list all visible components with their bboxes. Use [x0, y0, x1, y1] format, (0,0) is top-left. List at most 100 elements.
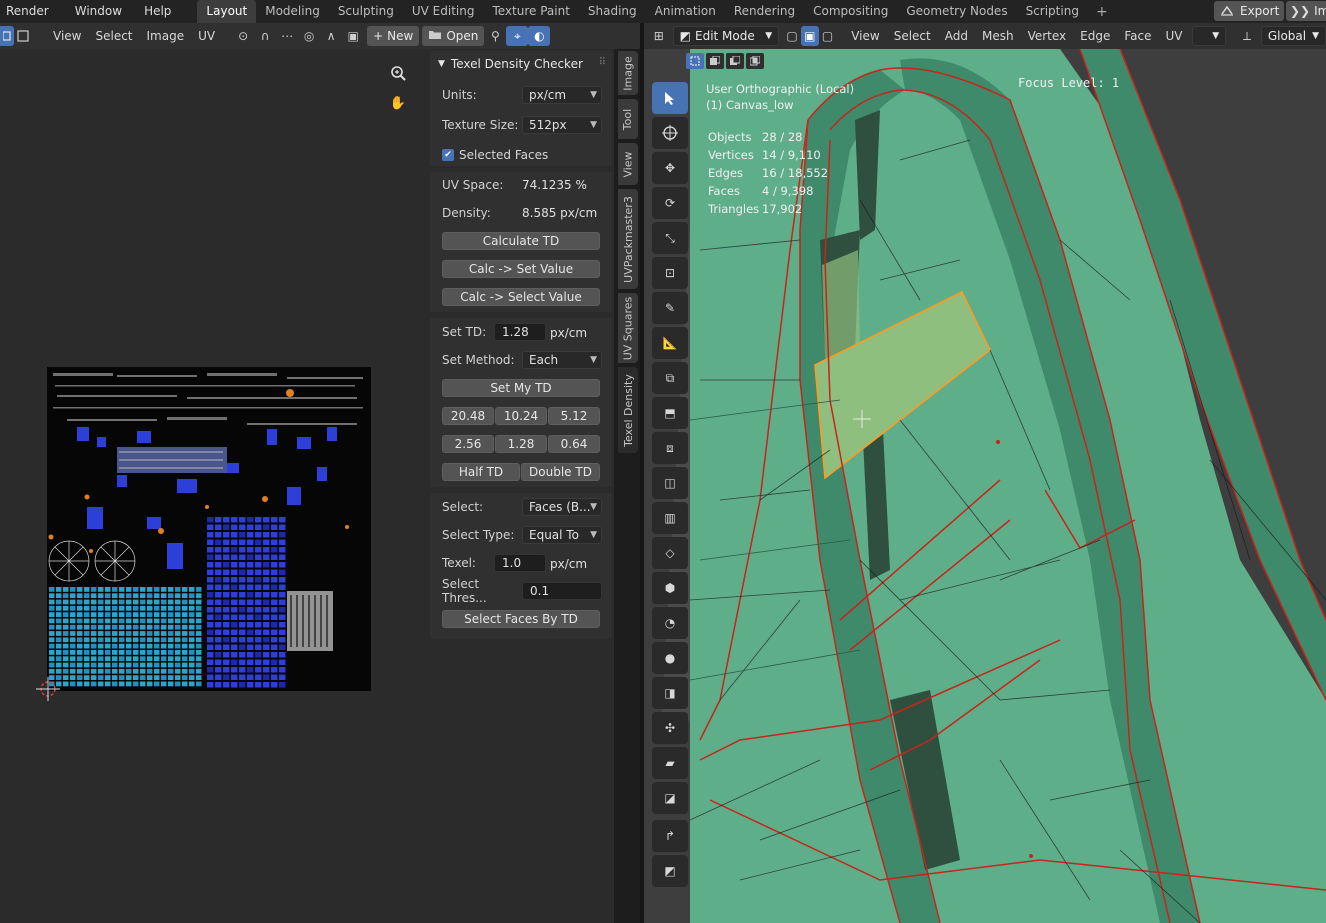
pin-icon[interactable]: ⚲	[484, 26, 506, 46]
tab-texel-density[interactable]: Texel Density	[618, 367, 638, 453]
select-box-tool-icon[interactable]	[652, 82, 688, 114]
select-faces-by-td-button[interactable]: Select Faces By TD	[442, 610, 600, 628]
transform-orientation-icon[interactable]: ⟂	[1236, 26, 1258, 46]
editor-type-icon[interactable]	[0, 26, 14, 46]
preset-0-64-button[interactable]: 0.64	[548, 435, 600, 453]
overlay-icon[interactable]: ◐	[528, 26, 551, 46]
tab-uvpackmaster3[interactable]: UVPackmaster3	[618, 189, 638, 289]
menu-window[interactable]: Window	[69, 0, 128, 23]
transform-tool-icon[interactable]: ⊡	[652, 257, 688, 289]
knife-tool-icon[interactable]: ◇	[652, 537, 688, 569]
calculate-td-button[interactable]: Calculate TD	[442, 232, 600, 250]
measure-tool-icon[interactable]: 📐	[652, 327, 688, 359]
image-tool-icon[interactable]: ◩	[652, 855, 688, 887]
shrink-fatten-tool-icon[interactable]: ✣	[652, 712, 688, 744]
tab-scripting[interactable]: Scripting	[1017, 0, 1088, 23]
half-td-button[interactable]: Half TD	[442, 463, 520, 481]
preset-5-12-button[interactable]: 5.12	[548, 407, 600, 425]
snap-magnet-icon[interactable]: ∩	[254, 26, 276, 46]
edge-slide-tool-icon[interactable]: ◨	[652, 677, 688, 709]
preset-1-28-button[interactable]: 1.28	[495, 435, 547, 453]
uv-menu-view[interactable]: View	[46, 23, 88, 49]
vp-menu-vertex[interactable]: Vertex	[1021, 23, 1074, 49]
snap-target-icon[interactable]: ⋯	[276, 26, 298, 46]
preset-20-48-button[interactable]: 20.48	[442, 407, 494, 425]
texture-size-dropdown[interactable]: 512px ▼	[522, 116, 602, 134]
annotate-tool-icon[interactable]: ✎	[652, 292, 688, 324]
poly-build-tool-icon[interactable]: ⬢	[652, 572, 688, 604]
vp-menu-uv[interactable]: UV	[1158, 23, 1189, 49]
add-workspace-button[interactable]: +	[1088, 4, 1116, 20]
menu-help[interactable]: Help	[138, 0, 177, 23]
zoom-icon[interactable]	[386, 61, 410, 85]
tab-modeling[interactable]: Modeling	[256, 0, 329, 23]
inset-tool-icon[interactable]: ⧈	[652, 432, 688, 464]
uv-sync-icon[interactable]	[14, 26, 32, 46]
selected-faces-row[interactable]: ✔ Selected Faces	[442, 145, 548, 165]
vp-menu-add[interactable]: Add	[938, 23, 975, 49]
tab-view[interactable]: View	[618, 143, 638, 185]
editor-type-3d-icon[interactable]: ⊞	[648, 26, 670, 46]
tab-texture-paint[interactable]: Texture Paint	[483, 0, 578, 23]
vp-menu-face[interactable]: Face	[1117, 23, 1158, 49]
selected-faces-checkbox[interactable]: ✔	[442, 149, 454, 161]
units-dropdown[interactable]: px/cm ▼	[522, 86, 602, 104]
export-button[interactable]: Export	[1214, 1, 1284, 21]
falloff-icon[interactable]: ∧	[320, 26, 342, 46]
add-cube-tool-icon[interactable]: ⧉	[652, 362, 688, 394]
texel-input[interactable]: 1.0	[494, 554, 546, 572]
select-threshold-input[interactable]: 0.1	[522, 582, 602, 600]
face-select-icon[interactable]: ▢	[819, 26, 837, 46]
proportional-edit-icon[interactable]: ◎	[298, 26, 320, 46]
rotate-tool-icon[interactable]: ⟳	[652, 187, 688, 219]
uv-menu-image[interactable]: Image	[140, 23, 192, 49]
tab-image[interactable]: Image	[618, 51, 638, 95]
spin-tool-icon[interactable]: ◔	[652, 607, 688, 639]
tab-geometry-nodes[interactable]: Geometry Nodes	[897, 0, 1016, 23]
new-image-button[interactable]: + New	[367, 26, 420, 46]
select-new-icon[interactable]	[686, 53, 704, 69]
vp-menu-view[interactable]: View	[844, 23, 886, 49]
curve-tool-icon[interactable]: ↱	[652, 820, 688, 852]
pivot-icon[interactable]: ⊙	[232, 26, 254, 46]
cursor-tool-icon[interactable]	[652, 117, 688, 149]
uv-select-mode-icon[interactable]: ⌖	[506, 26, 529, 46]
import-button[interactable]: ❯❯ Imp	[1286, 1, 1326, 21]
select-intersect-icon[interactable]	[746, 53, 764, 69]
calc-select-value-button[interactable]: Calc -> Select Value	[442, 288, 600, 306]
edge-select-icon[interactable]: ▣	[800, 26, 819, 46]
open-image-button[interactable]: Open	[422, 26, 485, 46]
pan-hand-icon[interactable]: ✋	[386, 91, 410, 115]
select-subtract-icon[interactable]	[726, 53, 744, 69]
uv-menu-uv[interactable]: UV	[191, 23, 222, 49]
scale-tool-icon[interactable]: ⤡	[652, 222, 688, 254]
double-td-button[interactable]: Double TD	[521, 463, 600, 481]
preset-10-24-button[interactable]: 10.24	[495, 407, 547, 425]
vp-menu-edge[interactable]: Edge	[1073, 23, 1117, 49]
extrude-tool-icon[interactable]: ⬒	[652, 397, 688, 429]
vertex-select-icon[interactable]: ▢	[783, 26, 801, 46]
tab-sculpting[interactable]: Sculpting	[329, 0, 403, 23]
select-dropdown[interactable]: Faces (B... ▼	[522, 498, 602, 516]
menu-render[interactable]: Render	[0, 0, 55, 23]
empty-dropdown[interactable]: ▼	[1192, 26, 1227, 46]
tab-animation[interactable]: Animation	[646, 0, 725, 23]
select-type-dropdown[interactable]: Equal To ▼	[522, 526, 602, 544]
uv-2d-cursor-icon[interactable]	[36, 677, 60, 701]
uv-editor-canvas[interactable]: ✋	[0, 49, 428, 923]
tab-uv-editing[interactable]: UV Editing	[403, 0, 484, 23]
tab-shading[interactable]: Shading	[579, 0, 646, 23]
vp-menu-mesh[interactable]: Mesh	[975, 23, 1021, 49]
vp-menu-select[interactable]: Select	[887, 23, 938, 49]
uv-menu-select[interactable]: Select	[88, 23, 139, 49]
tab-uv-squares[interactable]: UV Squares	[618, 293, 638, 363]
shear-tool-icon[interactable]: ▰	[652, 747, 688, 779]
move-tool-icon[interactable]: ✥	[652, 152, 688, 184]
bevel-tool-icon[interactable]: ◫	[652, 467, 688, 499]
select-extend-icon[interactable]	[706, 53, 724, 69]
orientation-dropdown[interactable]: Global ▼	[1260, 26, 1326, 46]
drag-handle-icon[interactable]: ⠿	[599, 57, 606, 68]
calc-set-value-button[interactable]: Calc -> Set Value	[442, 260, 600, 278]
mode-dropdown[interactable]: ◩ Edit Mode ▼	[672, 26, 780, 46]
preset-2-56-button[interactable]: 2.56	[442, 435, 494, 453]
